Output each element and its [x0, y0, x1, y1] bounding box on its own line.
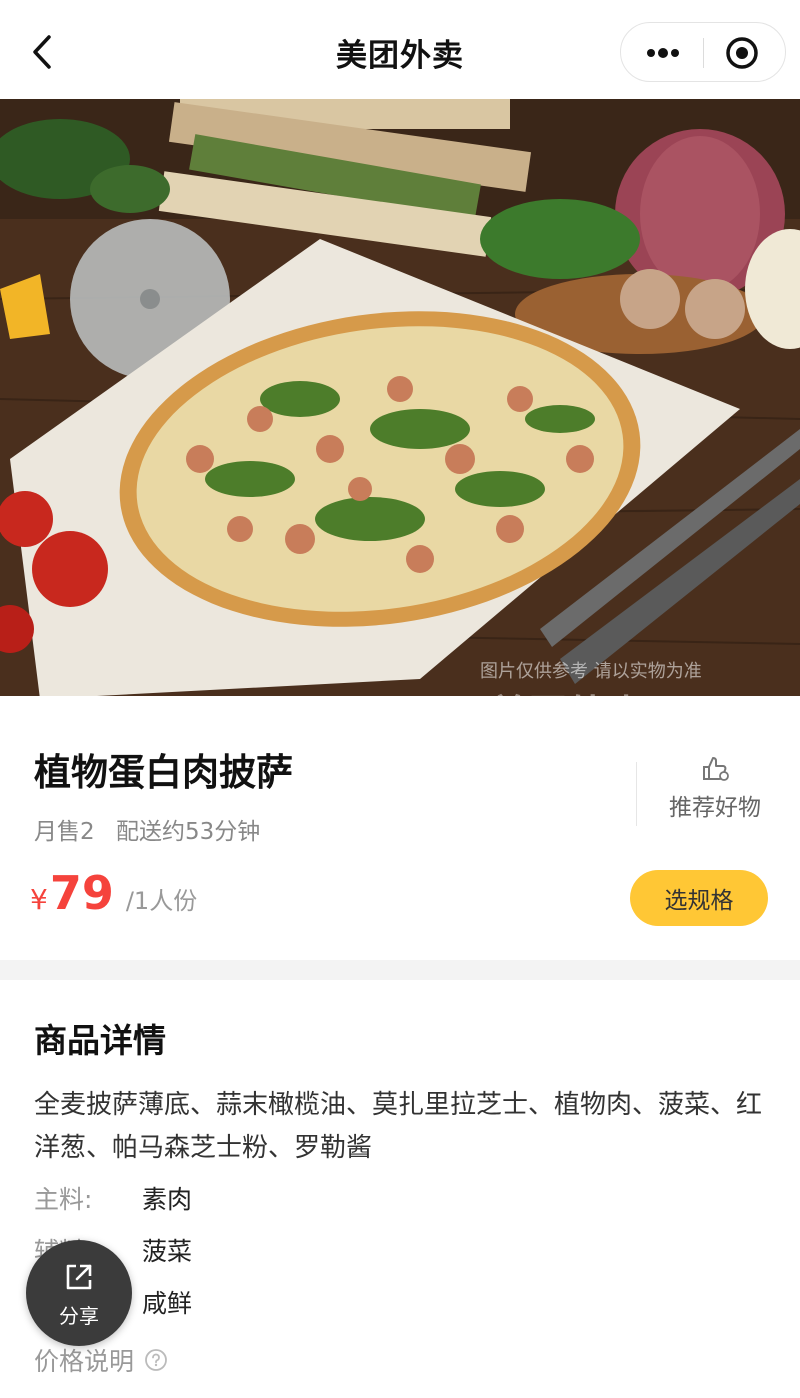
mini-program-capsule — [620, 22, 786, 82]
details-title: 商品详情 — [34, 1021, 166, 1060]
share-label: 分享 — [59, 1303, 99, 1328]
section-separator — [0, 960, 800, 980]
product-name: 植物蛋白肉披萨 — [34, 751, 293, 794]
thumbs-up-icon — [703, 757, 729, 781]
details-description: 全麦披萨薄底、蒜末橄榄油、莫扎里拉芝士、植物肉、菠菜、红洋葱、帕马森芝士粉、罗勒… — [34, 1090, 763, 1163]
attribute-value: 菠菜 — [141, 1237, 192, 1266]
target-circle-icon[interactable] — [724, 35, 760, 71]
price-unit: /1人份 — [125, 887, 198, 915]
attribute-value: 素肉 — [141, 1185, 192, 1214]
monthly-sales: 月售2 — [34, 819, 95, 845]
pizza-illustration — [0, 99, 800, 696]
image-watermark-brand: 美团外卖 — [490, 683, 646, 696]
price-symbol: ¥ — [30, 883, 48, 916]
product-price: ¥ 79 /1人份 — [30, 866, 197, 920]
more-dots-icon[interactable] — [643, 43, 683, 63]
recommend-divider — [636, 762, 637, 826]
price-note-label: 价格说明 — [34, 1347, 135, 1376]
image-watermark-note: 图片仅供参考 请以实物为准 — [480, 661, 702, 682]
share-button[interactable]: 分享 — [26, 1240, 132, 1346]
price-note-link[interactable]: 价格说明 — [34, 1342, 168, 1378]
product-image[interactable]: 图片仅供参考 请以实物为准 美团外卖 — [0, 99, 800, 696]
share-icon — [66, 1264, 92, 1289]
price-amount: 79 — [49, 866, 114, 920]
capsule-divider — [703, 38, 704, 68]
recommend-button[interactable]: 推荐好物 — [650, 754, 780, 822]
top-navbar: 美团外卖 — [0, 0, 800, 100]
attribute-row: 主料: 素肉 — [34, 1180, 192, 1216]
attribute-value: 咸鲜 — [141, 1289, 192, 1318]
question-circle-icon — [145, 1349, 167, 1371]
product-meta: 月售2 配送约53分钟 — [34, 812, 260, 846]
attribute-key: 主料: — [34, 1185, 93, 1214]
recommend-label: 推荐好物 — [669, 795, 761, 821]
select-spec-button[interactable]: 选规格 — [630, 870, 768, 926]
delivery-time: 配送约53分钟 — [115, 819, 261, 845]
